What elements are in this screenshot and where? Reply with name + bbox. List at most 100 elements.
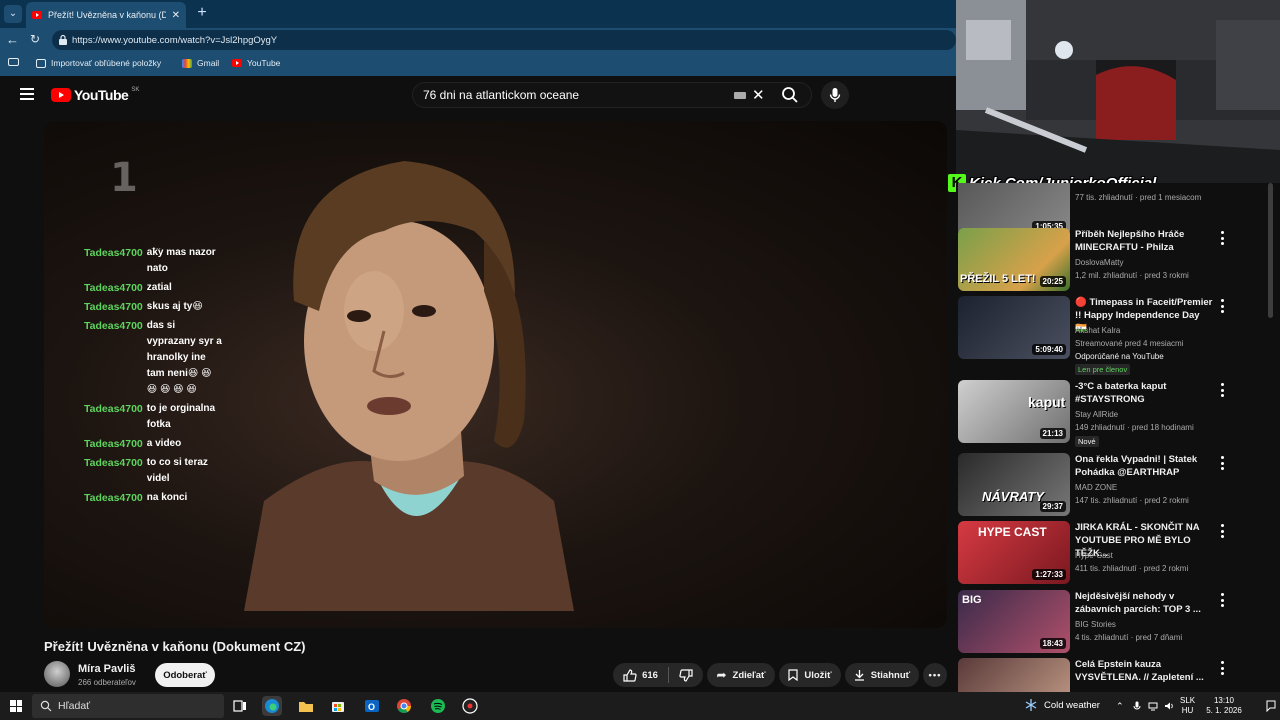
more-options-icon[interactable] bbox=[1218, 383, 1226, 397]
search-placeholder: Hľadať bbox=[58, 700, 91, 712]
spotify-icon[interactable] bbox=[428, 696, 448, 716]
chrome-icon[interactable] bbox=[394, 696, 414, 716]
file-explorer-icon[interactable] bbox=[296, 696, 316, 716]
favorite-youtube[interactable]: YouTube bbox=[232, 58, 280, 68]
more-options-icon[interactable] bbox=[1218, 593, 1226, 607]
favorite-label: YouTube bbox=[247, 58, 281, 68]
save-label: Uložiť bbox=[804, 669, 832, 681]
video-title[interactable]: -3°C a baterka kaput #STAYSTRONG bbox=[1075, 380, 1213, 406]
tab-actions-button[interactable]: ⌄ bbox=[4, 5, 22, 23]
like-dislike-group: 616 bbox=[613, 663, 703, 687]
recommendation-item[interactable]: NÁVRATY 29:37 Ona řekla Vypadni! | State… bbox=[958, 453, 1258, 519]
channel-name[interactable]: Stay AllRide bbox=[1075, 410, 1118, 419]
video-thumbnail[interactable]: BIG 18:43 bbox=[958, 590, 1070, 653]
video-thumbnail[interactable] bbox=[958, 658, 1070, 692]
download-button[interactable]: Stiahnuť bbox=[845, 663, 919, 687]
task-view-icon[interactable] bbox=[230, 696, 250, 716]
video-meta: 411 tis. zhliadnutí · pred 2 rokmi bbox=[1075, 564, 1189, 573]
recommendation-item[interactable]: Celá Epstein kauza VYSVĚTLENA. // Zaplet… bbox=[958, 658, 1258, 692]
more-actions-button[interactable]: ••• bbox=[923, 663, 947, 687]
microphone-icon[interactable] bbox=[1132, 701, 1142, 711]
back-button[interactable]: ← bbox=[6, 32, 19, 47]
video-title[interactable]: Nejděsivější nehody v zábavních parcích:… bbox=[1075, 590, 1213, 616]
taskbar-search-input[interactable]: Hľadať bbox=[32, 694, 224, 718]
close-tab-icon[interactable]: ✕ bbox=[172, 10, 180, 21]
weather-icon[interactable] bbox=[1024, 698, 1038, 712]
more-options-icon[interactable] bbox=[1218, 661, 1226, 675]
reload-button[interactable]: ↻ bbox=[30, 32, 40, 46]
channel-name[interactable]: MAD ZONE bbox=[1075, 483, 1117, 492]
chat-message: Tadeas4700 to co si teraz videl bbox=[84, 455, 224, 487]
channel-name[interactable]: Míra Pavliš bbox=[78, 663, 135, 675]
bookmark-icon bbox=[788, 669, 798, 681]
search-icon[interactable] bbox=[781, 86, 799, 104]
volume-icon[interactable] bbox=[1164, 701, 1174, 711]
recommendation-item[interactable]: kaput 21:13 -3°C a baterka kaput #STAYST… bbox=[958, 380, 1258, 447]
video-thumbnail[interactable]: HYPE CAST 1:27:33 bbox=[958, 521, 1070, 584]
channel-name[interactable]: Hype-Cast bbox=[1075, 551, 1113, 560]
chat-username: Tadeas4700 bbox=[84, 457, 143, 469]
share-button[interactable]: ➦ Zdieľať bbox=[707, 663, 775, 687]
address-bar[interactable]: https://www.youtube.com/watch?v=Jsl2hpgO… bbox=[52, 30, 956, 50]
video-duration: 1:27:33 bbox=[1032, 569, 1066, 580]
menu-icon[interactable] bbox=[20, 88, 34, 100]
recommendation-item[interactable]: HYPE CAST 1:27:33 JIRKA KRÁL - SKONČIT N… bbox=[958, 521, 1258, 587]
channel-avatar[interactable] bbox=[44, 661, 70, 687]
like-button[interactable]: 616 bbox=[623, 668, 658, 682]
recommendation-item[interactable]: PŘEŽIL 5 LET! 20:25 Příběh Nejlepšího Hr… bbox=[958, 228, 1258, 294]
more-options-icon[interactable] bbox=[1218, 456, 1226, 470]
video-player[interactable]: 1 .... Tadeas4700 aky mas nazor nato Tade… bbox=[44, 121, 947, 628]
favorite-gmail[interactable]: Gmail bbox=[182, 58, 219, 68]
favorite-label: Gmail bbox=[197, 58, 220, 68]
youtube-logo[interactable]: YouTube SK bbox=[51, 87, 139, 103]
more-options-icon[interactable] bbox=[1218, 231, 1226, 245]
video-thumbnail[interactable]: PŘEŽIL 5 LET! 20:25 bbox=[958, 228, 1070, 291]
weather-label[interactable]: Cold weather bbox=[1044, 700, 1100, 711]
new-tab-button[interactable]: + bbox=[192, 3, 212, 23]
chat-message: Tadeas4700 das si vyprazany syr a hranolk… bbox=[84, 318, 224, 398]
video-thumbnail[interactable]: NÁVRATY 29:37 bbox=[958, 453, 1070, 516]
clear-search-icon[interactable]: ✕ bbox=[752, 86, 765, 104]
chat-text: a video bbox=[146, 438, 182, 449]
windows-start-icon[interactable] bbox=[10, 700, 22, 712]
subscribe-button[interactable]: Odoberať bbox=[155, 663, 215, 687]
outlook-icon[interactable]: O bbox=[362, 696, 382, 716]
reading-view-icon[interactable] bbox=[8, 58, 19, 66]
streaming-app-icon[interactable] bbox=[460, 696, 480, 716]
favorite-import[interactable]: Importovať obľúbené položky bbox=[36, 58, 161, 68]
recommendation-item[interactable]: BIG 18:43 Nejděsivější nehody v zábavníc… bbox=[958, 590, 1258, 656]
show-hidden-icons[interactable]: ⌃ bbox=[1116, 701, 1126, 711]
search-query: 76 dni na atlantickom oceane bbox=[423, 88, 580, 102]
video-title[interactable]: Ona řekla Vypadni! | Statek Pohádka @EAR… bbox=[1075, 453, 1213, 479]
thumbs-down-icon[interactable] bbox=[679, 668, 693, 682]
notifications-icon[interactable] bbox=[1266, 700, 1276, 713]
search-icon bbox=[40, 700, 52, 712]
keyboard-icon[interactable] bbox=[734, 92, 746, 99]
video-frame-person bbox=[244, 161, 574, 611]
recommendation-item[interactable]: 5:09:40 🔴 Timepass in Faceit/Premier !! … bbox=[958, 296, 1258, 375]
video-title[interactable]: Příběh Nejlepšího Hráče MINECRAFTU - Phi… bbox=[1075, 228, 1213, 254]
network-icon[interactable] bbox=[1148, 701, 1158, 711]
windows-taskbar: Hľadať O Cold weather ⌃ SLK HU 13:10 5. … bbox=[0, 692, 1280, 720]
more-options-icon[interactable] bbox=[1218, 524, 1226, 538]
store-icon[interactable] bbox=[328, 696, 348, 716]
channel-name[interactable]: BIG Stories bbox=[1075, 620, 1116, 629]
edge-browser-icon[interactable] bbox=[262, 696, 282, 716]
voice-search-button[interactable] bbox=[821, 81, 849, 109]
thumbnail-text: NÁVRATY bbox=[982, 489, 1044, 504]
video-title[interactable]: Celá Epstein kauza VYSVĚTLENA. // Zaplet… bbox=[1075, 658, 1213, 684]
url-text: https://www.youtube.com/watch?v=Jsl2hpgO… bbox=[72, 34, 278, 46]
video-title: Přežít! Uvězněna v kaňonu (Dokument CZ) bbox=[44, 639, 306, 654]
sidebar-scrollbar[interactable] bbox=[1268, 183, 1273, 318]
download-label: Stiahnuť bbox=[870, 669, 911, 681]
more-options-icon[interactable] bbox=[1218, 299, 1226, 313]
system-clock[interactable]: 13:10 5. 1. 2026 bbox=[1204, 696, 1244, 716]
input-language[interactable]: SLK HU bbox=[1180, 696, 1195, 716]
channel-name[interactable]: DoslovaMatty bbox=[1075, 258, 1123, 267]
save-button[interactable]: Uložiť bbox=[779, 663, 841, 687]
chat-username: Tadeas4700 bbox=[84, 301, 143, 313]
video-thumbnail[interactable]: 5:09:40 bbox=[958, 296, 1070, 359]
video-thumbnail[interactable]: kaput 21:13 bbox=[958, 380, 1070, 443]
channel-name[interactable]: Akshat Kalra bbox=[1075, 326, 1120, 335]
active-tab[interactable]: Přežít! Uvězněna v kaňonu (Dokum ✕ bbox=[26, 2, 186, 28]
